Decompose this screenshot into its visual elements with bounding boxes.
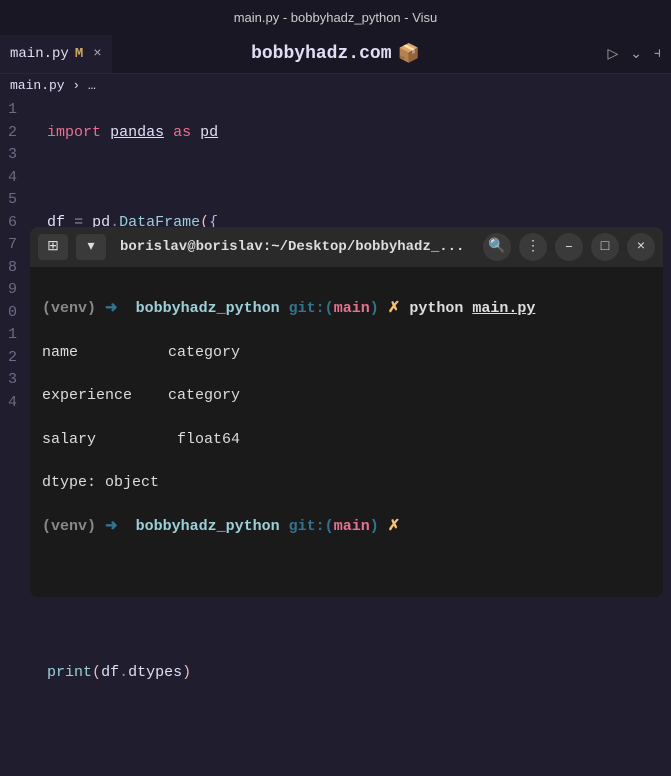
line-num: 7 bbox=[8, 234, 17, 257]
line-num: 3 bbox=[8, 144, 17, 167]
line-num: 1 bbox=[8, 99, 17, 122]
tab-main-py[interactable]: main.py M × bbox=[0, 35, 112, 73]
line-num: 2 bbox=[8, 122, 17, 145]
gutter: 1 2 3 4 5 6 7 8 9 0 1 2 3 4 bbox=[0, 97, 29, 776]
maximize-icon[interactable]: □ bbox=[591, 233, 619, 261]
breadcrumb-more: … bbox=[88, 78, 96, 93]
line-num: 6 bbox=[8, 212, 17, 235]
terminal-header: ⊞ ▾ borislav@borislav:~/Desktop/bobbyhad… bbox=[30, 227, 663, 267]
line-num: 3 bbox=[8, 369, 17, 392]
line-num: 4 bbox=[8, 167, 17, 190]
minimize-icon[interactable]: – bbox=[555, 233, 583, 261]
line-num: 5 bbox=[8, 189, 17, 212]
breadcrumb[interactable]: main.py › … bbox=[0, 73, 671, 97]
terminal-output: name category bbox=[42, 342, 651, 364]
center-title: bobbyhadz.com 📦 bbox=[251, 43, 420, 65]
terminal-body[interactable]: (venv) ➜ bobbyhadz_python git:(main) ✗ p… bbox=[30, 267, 663, 598]
breadcrumb-file: main.py bbox=[10, 78, 65, 93]
search-icon[interactable]: 🔍 bbox=[483, 233, 511, 261]
line-num: 8 bbox=[8, 257, 17, 280]
split-icon[interactable]: ⫞ bbox=[654, 46, 661, 62]
tab-label: main.py bbox=[10, 46, 69, 62]
line-num: 4 bbox=[8, 392, 17, 415]
terminal-output: experience category bbox=[42, 385, 651, 407]
breadcrumb-sep: › bbox=[72, 78, 80, 93]
window-titlebar: main.py - bobbyhadz_python - Visu bbox=[0, 0, 671, 35]
tab-actions: ▷ ⌄ ⫞ bbox=[607, 46, 661, 63]
menu-icon[interactable]: ⋮ bbox=[519, 233, 547, 261]
line-num: 9 bbox=[8, 279, 17, 302]
window-title: main.py - bobbyhadz_python - Visu bbox=[234, 10, 438, 25]
chevron-down-icon[interactable]: ⌄ bbox=[630, 46, 642, 63]
terminal-window: ⊞ ▾ borislav@borislav:~/Desktop/bobbyhad… bbox=[30, 227, 663, 598]
close-icon[interactable]: × bbox=[93, 46, 101, 62]
terminal-output: salary float64 bbox=[42, 429, 651, 451]
new-tab-button[interactable]: ⊞ bbox=[38, 234, 68, 260]
dropdown-button[interactable]: ▾ bbox=[76, 234, 106, 260]
line-num: 1 bbox=[8, 324, 17, 347]
line-num: 2 bbox=[8, 347, 17, 370]
terminal-title: borislav@borislav:~/Desktop/bobbyhadz_..… bbox=[120, 239, 475, 255]
line-num: 0 bbox=[8, 302, 17, 325]
close-icon[interactable]: × bbox=[627, 233, 655, 261]
center-text: bobbyhadz.com bbox=[251, 44, 391, 64]
tabs-row: main.py M × bobbyhadz.com 📦 ▷ ⌄ ⫞ bbox=[0, 35, 671, 73]
play-icon[interactable]: ▷ bbox=[607, 46, 618, 63]
box-icon: 📦 bbox=[398, 43, 420, 65]
tab-modified-badge: M bbox=[75, 46, 83, 62]
terminal-output: dtype: object bbox=[42, 472, 651, 494]
